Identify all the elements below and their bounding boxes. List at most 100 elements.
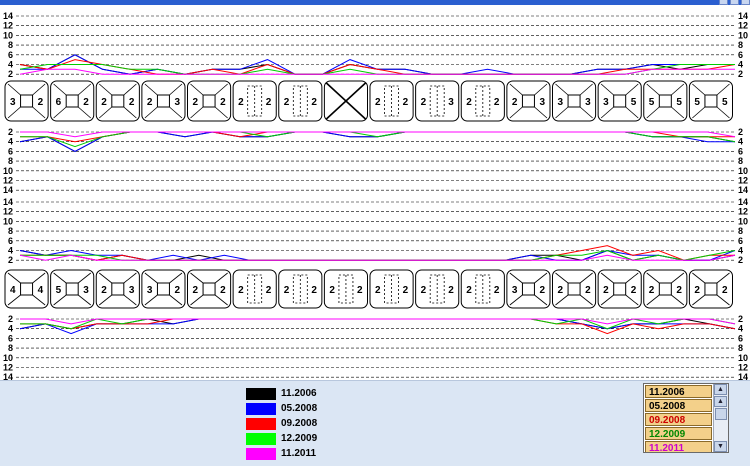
- lower-tooth-center: [521, 282, 535, 296]
- upper-tooth-value-left: 2: [421, 97, 427, 108]
- lower-tooth-value-left: 2: [603, 285, 609, 296]
- upper-tooth[interactable]: 22: [278, 80, 323, 122]
- lower-top-scale-label-left: 6: [8, 236, 13, 246]
- upper-top-series-line: [19, 59, 736, 75]
- upper-tooth[interactable]: 22: [460, 80, 505, 122]
- lower-tooth-center: [65, 282, 79, 296]
- upper-bottom-scale-label-left: 8: [8, 156, 13, 166]
- upper-tooth[interactable]: 23: [141, 80, 186, 122]
- upper-tooth-value-left: 2: [193, 97, 199, 108]
- legend-swatch: [246, 387, 276, 400]
- upper-tooth-value-left: 5: [694, 97, 700, 108]
- lower-bottom-scale-label-right: 2: [738, 314, 743, 324]
- upper-tooth[interactable]: 62: [50, 80, 95, 122]
- lower-tooth[interactable]: 53: [50, 269, 95, 309]
- lower-tooth[interactable]: 22: [232, 269, 277, 309]
- lower-tooth[interactable]: 32: [141, 269, 186, 309]
- upper-bottom-scale-label-right: 8: [738, 156, 743, 166]
- lower-tooth-value-left: 2: [649, 285, 655, 296]
- upper-tooth[interactable]: 22: [95, 80, 140, 122]
- upper-tooth-value-right: 5: [631, 97, 637, 108]
- upper-tooth-value-left: 2: [101, 97, 107, 108]
- upper-top-scale-label-left: 14: [3, 11, 13, 21]
- lower-tooth-center: [567, 282, 581, 296]
- periodontal-chart: 14 1412 1210 108 86 64 42 23 2 6 2 2 2 2 3 2 2 2 2 2 2 2 2 2 3 2 2…: [3, 11, 748, 380]
- upper-tooth-center: [20, 94, 34, 108]
- legend-item: 11.2006: [246, 386, 317, 401]
- lower-tooth[interactable]: 23: [95, 269, 140, 309]
- upper-bottom-scale-label-right: 4: [738, 137, 743, 147]
- upper-bottom-scale-label-left: 4: [8, 137, 13, 147]
- scroll-up-button[interactable]: ▲: [714, 384, 727, 395]
- upper-tooth-value-left: 2: [466, 97, 472, 108]
- lower-tooth[interactable]: 22: [323, 269, 368, 309]
- upper-tooth[interactable]: [323, 80, 368, 122]
- lower-bottom-scale-label-right: 14: [738, 372, 748, 380]
- lower-tooth[interactable]: 44: [4, 269, 49, 309]
- lower-tooth[interactable]: 22: [278, 269, 323, 309]
- upper-tooth[interactable]: 35: [597, 80, 642, 122]
- lower-tooth[interactable]: 22: [643, 269, 688, 309]
- upper-tooth-value-left: 3: [603, 97, 609, 108]
- upper-tooth[interactable]: 55: [688, 80, 733, 122]
- lower-tooth[interactable]: 22: [460, 269, 505, 309]
- upper-tooth[interactable]: 32: [4, 80, 49, 122]
- lower-tooth[interactable]: 22: [187, 269, 232, 309]
- upper-tooth-value-left: 2: [512, 97, 518, 108]
- scroll-down-button[interactable]: ▼: [714, 441, 727, 452]
- lower-tooth-value-left: 2: [421, 285, 427, 296]
- date-list-item[interactable]: 12.2009: [645, 427, 712, 440]
- lower-tooth-value-left: 3: [147, 285, 153, 296]
- lower-bottom-scale-label-left: 6: [8, 333, 13, 343]
- lower-tooth-center: [704, 282, 718, 296]
- legend-label: 12.2009: [281, 433, 318, 444]
- lower-bottom-scale-label-left: 8: [8, 343, 13, 353]
- lower-tooth[interactable]: 22: [369, 269, 414, 309]
- date-list-item[interactable]: 09.2008: [645, 413, 712, 426]
- date-list-scrollbar[interactable]: ▲ ▲ ▼: [713, 384, 728, 452]
- upper-tooth[interactable]: 55: [643, 80, 688, 122]
- upper-tooth[interactable]: 23: [506, 80, 551, 122]
- lower-top-scale-label-left: 10: [3, 216, 13, 226]
- date-list[interactable]: 11.2006 05.2008 09.2008 12.2009 11.2011 ▲ ▲ …: [643, 383, 729, 453]
- lower-bottom-scale-label-right: 4: [738, 324, 743, 334]
- date-list-item[interactable]: 11.2006: [645, 385, 712, 398]
- date-list-item[interactable]: 05.2008: [645, 399, 712, 412]
- lower-tooth[interactable]: 22: [415, 269, 460, 309]
- lower-bottom-scale-label-left: 2: [8, 314, 13, 324]
- upper-tooth[interactable]: 22: [369, 80, 414, 122]
- legend-item: 11.2011: [246, 446, 317, 461]
- scroll-thumb[interactable]: [715, 408, 727, 420]
- upper-tooth-value-right: 3: [585, 97, 591, 108]
- lower-top-scale-label-left: 8: [8, 226, 13, 236]
- lower-tooth-value-right: 2: [403, 285, 409, 296]
- upper-tooth[interactable]: 22: [187, 80, 232, 122]
- lower-tooth[interactable]: 32: [506, 269, 551, 309]
- upper-tooth[interactable]: 33: [552, 80, 597, 122]
- lower-top-scale-label-right: 2: [738, 255, 743, 265]
- upper-tooth[interactable]: 23: [415, 80, 460, 122]
- upper-bottom-scale-label-left: 12: [3, 176, 13, 186]
- lower-tooth[interactable]: 22: [552, 269, 597, 309]
- upper-tooth-center: [111, 94, 125, 108]
- date-list-item[interactable]: 11.2011: [645, 441, 712, 452]
- lower-bottom-scale-label-left: 14: [3, 372, 13, 380]
- scroll-up-icon[interactable]: ▲: [714, 396, 727, 407]
- lower-tooth[interactable]: 22: [597, 269, 642, 309]
- upper-tooth-value-right: 5: [722, 97, 728, 108]
- legend: 11.2006 05.2008 09.2008 12.2009 11.2011: [246, 386, 317, 461]
- upper-bottom-scale-label-right: 2: [738, 127, 743, 137]
- upper-tooth-value-right: 2: [38, 97, 44, 108]
- lower-tooth-center: [658, 282, 672, 296]
- upper-tooth[interactable]: 22: [232, 80, 277, 122]
- upper-top-scale-label-right: 4: [738, 60, 743, 70]
- upper-tooth-value-left: 2: [375, 97, 381, 108]
- upper-top-scale-label-right: 8: [738, 40, 743, 50]
- upper-tooth-value-left: 2: [284, 97, 290, 108]
- lower-top-scale-label-left: 14: [3, 197, 13, 207]
- lower-tooth-value-left: 2: [238, 285, 244, 296]
- upper-tooth-center: [156, 94, 170, 108]
- lower-tooth[interactable]: 22: [688, 269, 733, 309]
- lower-top-scale-label-right: 4: [738, 246, 743, 256]
- lower-tooth-value-right: 2: [220, 285, 226, 296]
